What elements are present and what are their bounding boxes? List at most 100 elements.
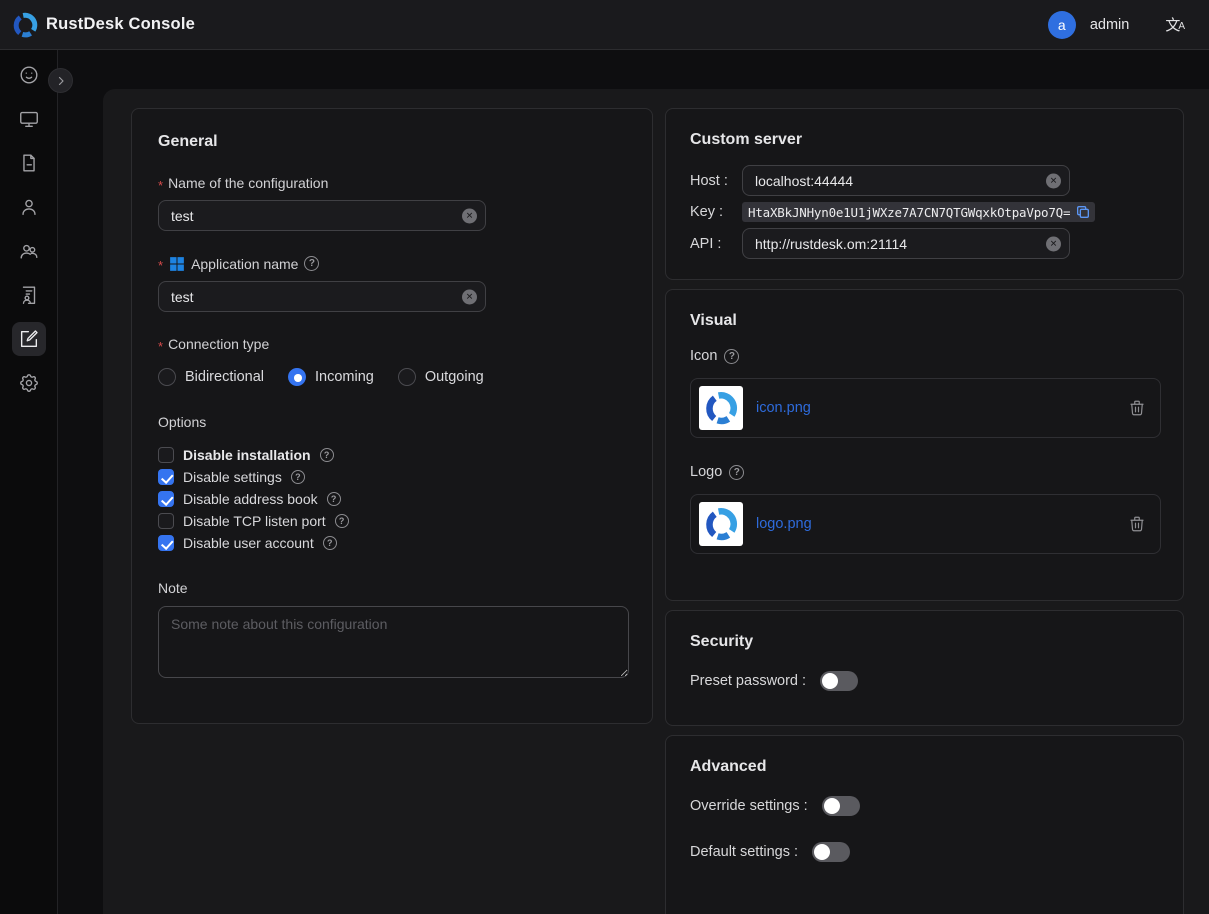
icon-filename-link[interactable]: icon.png	[756, 400, 811, 416]
gear-icon	[18, 372, 40, 394]
logo-file-row: logo.png	[690, 494, 1161, 554]
sidebar-item-users[interactable]	[12, 190, 46, 224]
checkbox-box[interactable]	[158, 447, 174, 463]
visual-title: Visual	[690, 312, 1159, 330]
user-icon	[18, 196, 40, 218]
radio-circle[interactable]	[288, 368, 306, 386]
default-settings-label: Default settings :	[690, 844, 798, 860]
host-input[interactable]	[742, 165, 1070, 196]
monitor-icon	[18, 108, 40, 130]
preset-password-label: Preset password :	[690, 673, 806, 689]
security-title: Security	[690, 633, 1159, 651]
checkbox-disable-settings[interactable]: Disable settings ?	[158, 466, 626, 488]
general-panel: General * Name of the configuration ✕ * …	[131, 108, 653, 724]
sidebar-item-devices[interactable]	[12, 102, 46, 136]
api-label: API :	[690, 236, 742, 252]
main-content: General * Name of the configuration ✕ * …	[103, 89, 1209, 914]
radio-incoming[interactable]: Incoming	[288, 368, 374, 386]
top-header-bar: RustDesk Console a admin 文A	[0, 0, 1209, 50]
help-icon[interactable]: ?	[724, 349, 739, 364]
user-avatar[interactable]: a	[1048, 11, 1076, 39]
default-settings-toggle[interactable]	[812, 842, 850, 862]
general-panel-title: General	[158, 133, 626, 151]
radio-bidirectional[interactable]: Bidirectional	[158, 368, 264, 386]
toggle-knob	[814, 844, 830, 860]
override-settings-toggle[interactable]	[822, 796, 860, 816]
required-asterisk: *	[158, 178, 163, 193]
checkbox-disable-tcp-listen-port[interactable]: Disable TCP listen port ?	[158, 510, 626, 532]
radio-outgoing[interactable]: Outgoing	[398, 368, 484, 386]
sidebar-item-audit[interactable]	[12, 146, 46, 180]
translate-icon[interactable]: 文A	[1165, 14, 1185, 35]
checkbox-disable-installation[interactable]: Disable installation ?	[158, 444, 626, 466]
help-icon[interactable]: ?	[304, 256, 319, 271]
note-textarea[interactable]	[158, 606, 629, 678]
advanced-title: Advanced	[690, 758, 1159, 776]
checkbox-disable-address-book[interactable]: Disable address book ?	[158, 488, 626, 510]
toggle-knob	[824, 798, 840, 814]
delete-icon-trash-icon[interactable]	[1128, 399, 1146, 417]
help-icon[interactable]: ?	[323, 536, 337, 550]
preset-password-toggle[interactable]	[820, 671, 858, 691]
clear-config-name-icon[interactable]: ✕	[462, 208, 477, 223]
sidebar-item-groups[interactable]	[12, 234, 46, 268]
advanced-panel: Advanced Override settings : Default set…	[665, 735, 1184, 914]
required-asterisk: *	[158, 339, 163, 354]
security-panel: Security Preset password :	[665, 610, 1184, 726]
sidebar-item-custom-clients[interactable]	[12, 322, 46, 356]
clear-api-icon[interactable]: ✕	[1046, 236, 1061, 251]
help-icon[interactable]: ?	[729, 465, 744, 480]
key-label: Key :	[690, 204, 742, 220]
chevron-right-icon	[55, 75, 67, 87]
help-icon[interactable]: ?	[320, 448, 334, 462]
delete-logo-trash-icon[interactable]	[1128, 515, 1146, 533]
custom-server-panel: Custom server Host : ✕ Key : HtaXBkJNHyn…	[665, 108, 1184, 280]
checkbox-box[interactable]	[158, 535, 174, 551]
app-title: RustDesk Console	[46, 15, 195, 34]
key-value-box: HtaXBkJNHyn0e1U1jWXze7A7CN7QTGWqxkOtpaVp…	[742, 202, 1095, 222]
note-label: Note	[158, 580, 626, 596]
sidebar-item-address-books[interactable]	[12, 278, 46, 312]
config-name-input[interactable]	[158, 200, 486, 231]
radio-circle[interactable]	[398, 368, 416, 386]
help-icon[interactable]: ?	[291, 470, 305, 484]
config-name-label: * Name of the configuration	[158, 175, 626, 191]
toggle-knob	[822, 673, 838, 689]
smiley-face-icon	[18, 64, 40, 86]
logo-thumbnail	[699, 502, 743, 546]
icon-file-row: icon.png	[690, 378, 1161, 438]
clear-host-icon[interactable]: ✕	[1046, 173, 1061, 188]
rustdesk-console-app: RustDesk Console a admin 文A	[0, 0, 1209, 914]
copy-icon[interactable]	[1075, 204, 1091, 220]
radio-circle[interactable]	[158, 368, 176, 386]
sidebar-item-settings[interactable]	[12, 366, 46, 400]
icon-thumbnail	[699, 386, 743, 430]
required-asterisk: *	[158, 258, 163, 273]
clear-application-name-icon[interactable]: ✕	[462, 289, 477, 304]
sidebar-expand-button[interactable]	[48, 68, 73, 93]
checkbox-box[interactable]	[158, 469, 174, 485]
custom-server-title: Custom server	[690, 131, 1159, 149]
document-user-icon	[18, 284, 40, 306]
checkbox-disable-user-account[interactable]: Disable user account ?	[158, 532, 626, 554]
document-icon	[18, 152, 40, 174]
application-name-label: * Application name ?	[158, 255, 626, 272]
icon-label: Icon ?	[690, 348, 1159, 364]
checkbox-box[interactable]	[158, 513, 174, 529]
logo-filename-link[interactable]: logo.png	[756, 516, 812, 532]
left-sidebar	[0, 50, 58, 914]
connection-type-label: * Connection type	[158, 336, 626, 352]
application-name-input[interactable]	[158, 281, 486, 312]
sidebar-item-dashboard[interactable]	[12, 58, 46, 92]
rustdesk-logo-icon	[12, 12, 38, 38]
username-label[interactable]: admin	[1090, 17, 1130, 33]
help-icon[interactable]: ?	[327, 492, 341, 506]
options-label: Options	[158, 414, 626, 430]
checkbox-box[interactable]	[158, 491, 174, 507]
help-icon[interactable]: ?	[335, 514, 349, 528]
api-input[interactable]	[742, 228, 1070, 259]
windows-icon	[168, 255, 185, 272]
override-settings-label: Override settings :	[690, 798, 808, 814]
user-group-icon	[18, 240, 40, 262]
host-label: Host :	[690, 173, 742, 189]
